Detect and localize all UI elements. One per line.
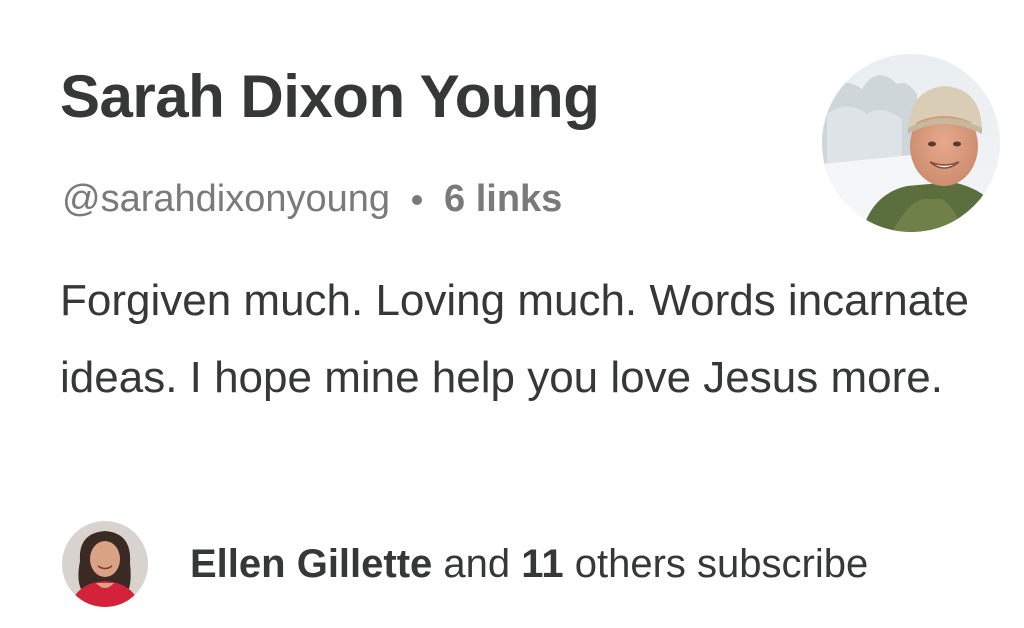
profile-name[interactable]: Sarah Dixon Young [60,64,600,130]
subscribers-and-text: and [443,541,511,586]
profile-bio: Forgiven much. Loving much. Words incarn… [60,276,969,402]
subscribers-text: Ellen Gillette and 11 others subscribe [190,542,868,587]
profile-handle[interactable]: @sarahdixonyoung [62,178,390,221]
profile-avatar[interactable] [822,54,1000,232]
subscribers-suffix-text: others subscribe [574,541,869,586]
profile-photo-icon [822,54,1000,232]
subscribers-others-count[interactable]: 11 [521,542,563,586]
profile-meta-row: @sarahdixonyoung 6 links [62,178,562,221]
subscriber-avatar[interactable] [62,521,148,607]
profile-card: Sarah Dixon Young @sarahdixonyoung 6 lin… [0,0,1024,628]
links-count[interactable]: 6 links [444,178,562,221]
subscriber-name[interactable]: Ellen Gillette [190,542,432,586]
bullet-dot-icon [412,194,423,205]
subscriber-photo-icon [62,521,148,607]
subscribers-row[interactable]: Ellen Gillette and 11 others subscribe [62,520,868,608]
